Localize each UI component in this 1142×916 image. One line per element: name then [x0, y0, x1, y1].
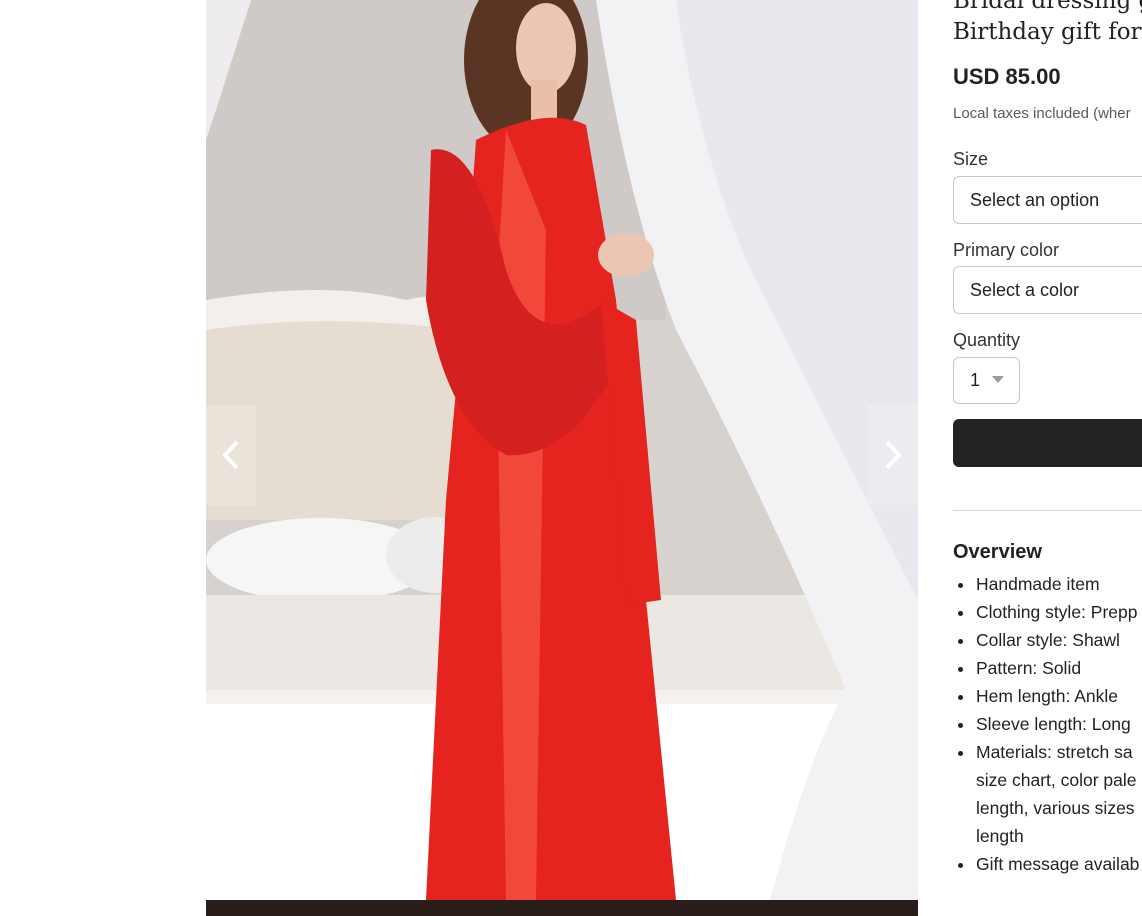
next-image-button[interactable]	[868, 405, 918, 505]
caret-down-icon	[992, 376, 1004, 383]
listing-price: USD 85.00	[953, 64, 1061, 89]
overview-list-item: Materials: stretch sa size chart, color p…	[953, 738, 1142, 850]
overview-item-text: Handmade item	[976, 574, 1100, 594]
overview-list-item: Handmade item	[953, 570, 1142, 598]
tax-note: Local taxes included (wher	[953, 105, 1131, 122]
overview-item-text: Hem length: Ankle	[976, 686, 1119, 706]
product-details-panel: Bridal dressing go Birthday gift for s U…	[953, 0, 1142, 916]
overview-list-item: Gift message availab	[953, 850, 1142, 878]
overview-item-text: size chart, color pale	[976, 770, 1137, 790]
overview-list: Handmade item Clothing style: Prepp Collar…	[953, 570, 1142, 878]
chevron-left-icon	[222, 440, 239, 470]
overview-list-item: Sleeve length: Long	[953, 710, 1142, 738]
overview-item-text: Materials: stretch sa	[976, 742, 1133, 762]
quantity-label: Quantity	[953, 330, 1021, 350]
primary-color-label: Primary color	[953, 240, 1060, 260]
overview-list-item: Pattern: Solid	[953, 654, 1142, 682]
overview-item-text: length, various sizes	[976, 798, 1135, 818]
size-label: Size	[953, 149, 989, 169]
primary-color-select[interactable]: Select a color	[953, 266, 1142, 314]
previous-image-button[interactable]	[206, 405, 256, 505]
overview-list-item: Collar style: Shawl	[953, 626, 1142, 654]
section-divider	[953, 510, 1142, 511]
listing-title-line: Bridal dressing go	[953, 0, 1142, 14]
product-photo	[206, 0, 918, 916]
add-to-cart-button[interactable]	[953, 419, 1142, 467]
listing-title-line: Birthday gift for s	[953, 19, 1142, 45]
quantity-select[interactable]: 1	[953, 357, 1020, 404]
overview-item-text: Clothing style: Prepp	[976, 602, 1138, 622]
overview-item-text: Sleeve length: Long	[976, 714, 1131, 734]
overview-item-text: length	[976, 826, 1024, 846]
size-select[interactable]: Select an option	[953, 176, 1142, 224]
overview-item-text: Pattern: Solid	[976, 658, 1082, 678]
listing-title: Bridal dressing go Birthday gift for s	[953, 0, 1142, 48]
overview-item-text: Collar style: Shawl	[976, 630, 1120, 650]
overview-list-item: Hem length: Ankle	[953, 682, 1142, 710]
overview-list-item: Clothing style: Prepp	[953, 598, 1142, 626]
overview-item-text: Gift message availab	[976, 854, 1140, 874]
overview-heading: Overview	[953, 541, 1042, 563]
chevron-right-icon	[885, 440, 902, 470]
product-image-gallery	[206, 0, 918, 916]
quantity-value: 1	[970, 370, 981, 390]
